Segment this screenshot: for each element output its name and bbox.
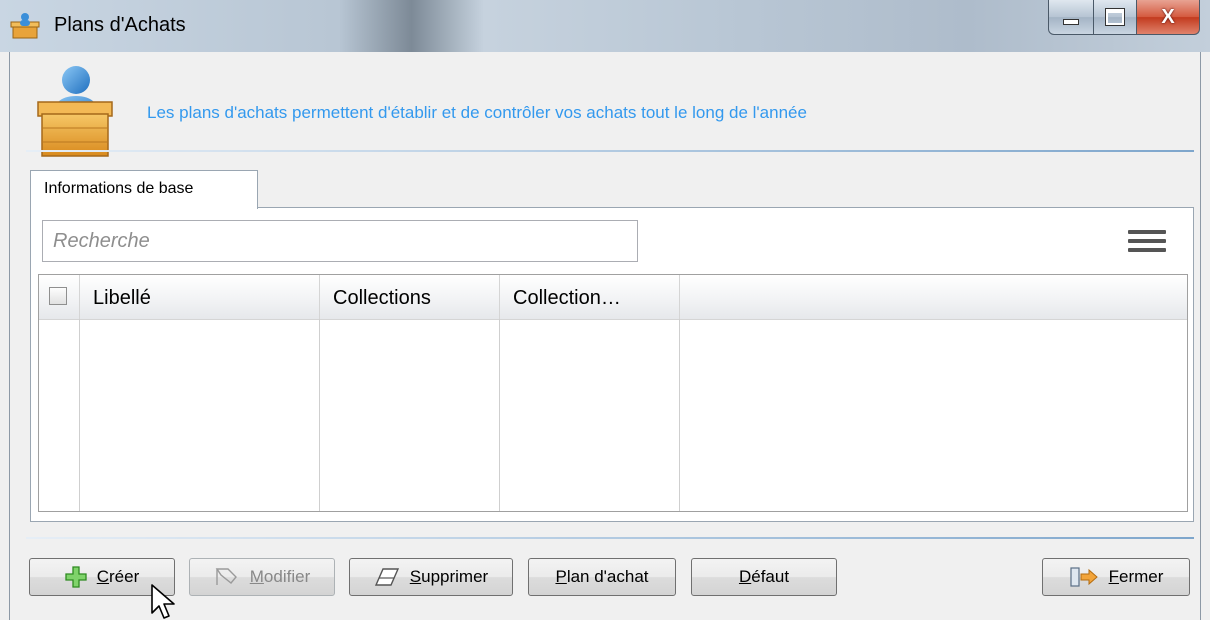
default-label: éfaut: [751, 567, 790, 586]
header-separator: [26, 150, 1194, 152]
eraser-icon: [374, 568, 399, 586]
close-icon: X: [1161, 5, 1175, 28]
purchase-box-icon: [37, 66, 113, 157]
delete-label: upprimer: [421, 567, 489, 586]
column-separator: [499, 275, 500, 319]
mouse-cursor-icon: [151, 584, 175, 619]
tab-informations-de-base[interactable]: Informations de base: [30, 170, 258, 209]
grid-line: [679, 319, 680, 511]
menu-bar: [1128, 239, 1166, 243]
mnemonic: C: [96, 567, 110, 586]
maximize-icon: [1106, 9, 1124, 25]
window-controls: X: [1048, 0, 1200, 36]
app-box-icon: [10, 13, 40, 39]
column-header-libelle[interactable]: Libellé: [93, 287, 151, 310]
purchase-plan-label: lan d'achat: [566, 567, 649, 586]
mnemonic: D: [738, 567, 752, 586]
title-bar[interactable]: Plans d'Achats X: [0, 0, 1210, 52]
select-all-checkbox[interactable]: [49, 287, 67, 305]
grid-line: [319, 319, 320, 511]
mnemonic: F: [1108, 567, 1119, 586]
tab-label: Informations de base: [44, 180, 194, 197]
modify-label: odifier: [263, 567, 311, 586]
plans-table: Libellé Collections Collection…: [38, 274, 1188, 512]
mnemonic: S: [409, 567, 422, 586]
default-button[interactable]: Défaut: [691, 558, 837, 596]
column-separator: [679, 275, 680, 319]
hamburger-menu-icon[interactable]: [1128, 226, 1166, 258]
column-header-collections[interactable]: Collections: [333, 287, 431, 310]
mnemonic: M: [249, 567, 264, 586]
search-input[interactable]: [43, 221, 637, 261]
column-separator: [319, 275, 320, 319]
mnemonic: P: [555, 567, 567, 586]
edit-icon: [215, 568, 237, 585]
footer-separator: [26, 537, 1194, 539]
window-title: Plans d'Achats: [54, 14, 186, 36]
modify-button[interactable]: Modifier: [189, 558, 335, 596]
menu-bar: [1128, 248, 1166, 252]
table-header: Libellé Collections Collection…: [39, 275, 1187, 320]
create-label: réer: [109, 567, 140, 586]
grid-line: [79, 319, 80, 511]
column-header-collection-2[interactable]: Collection…: [513, 287, 621, 310]
delete-button[interactable]: Supprimer: [349, 558, 513, 596]
plus-icon: [65, 566, 87, 588]
column-separator: [79, 275, 80, 319]
minimize-button[interactable]: [1048, 0, 1094, 35]
menu-bar: [1128, 230, 1166, 234]
close-button[interactable]: Fermer: [1042, 558, 1190, 596]
close-label: ermer: [1118, 567, 1164, 586]
minimize-icon: [1063, 19, 1079, 25]
grid-line: [499, 319, 500, 511]
exit-icon: [1069, 567, 1098, 587]
header-description: Les plans d'achats permettent d'établir …: [147, 103, 807, 122]
maximize-button[interactable]: [1094, 0, 1137, 35]
purchase-plan-button[interactable]: Plan d'achat: [528, 558, 676, 596]
close-window-button[interactable]: X: [1137, 0, 1200, 35]
search-box: [42, 220, 638, 262]
plans-achats-window: Plans d'Achats X Les plans d'achats perm…: [0, 0, 1210, 620]
